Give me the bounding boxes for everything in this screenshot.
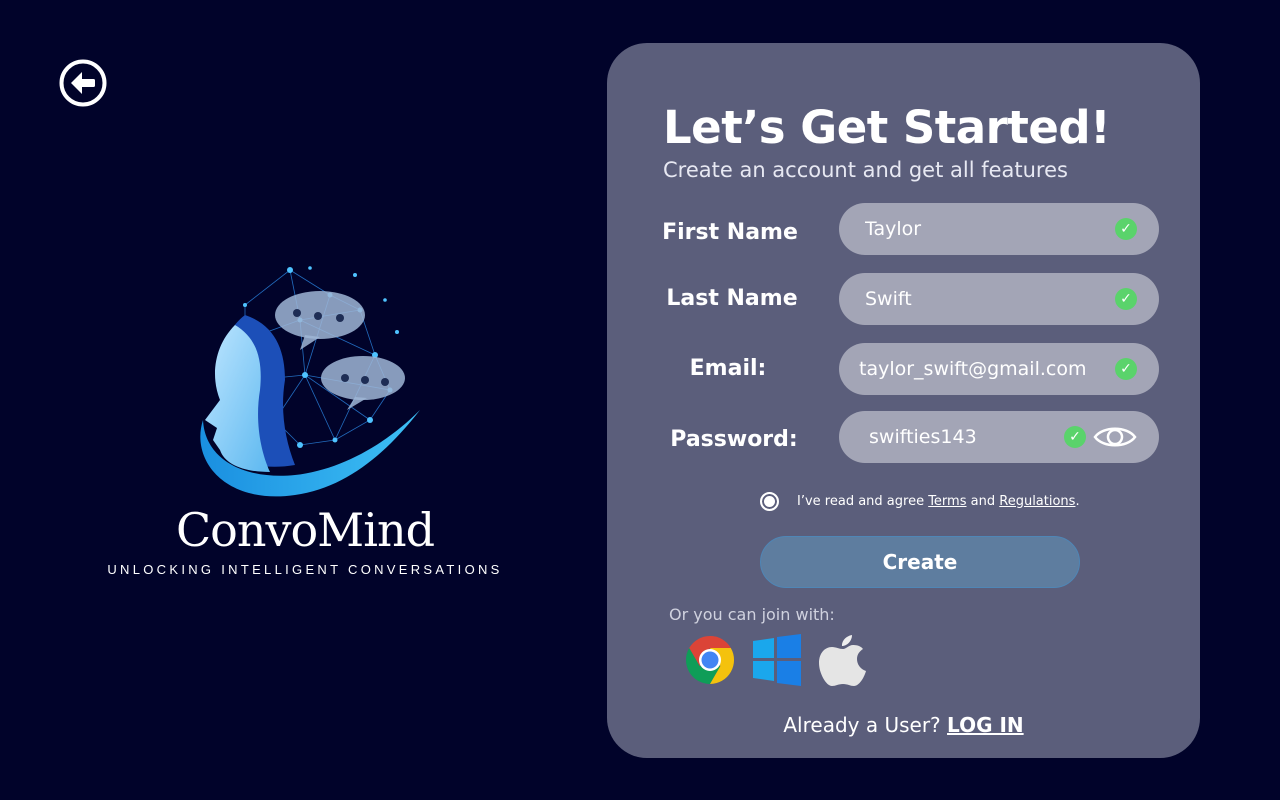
last-name-label: Last Name xyxy=(666,286,798,311)
signup-card: Let’s Get Started! Create an account and… xyxy=(607,43,1200,758)
check-icon: ✓ xyxy=(1115,288,1137,310)
check-icon: ✓ xyxy=(1115,218,1137,240)
password-input[interactable] xyxy=(869,411,1059,463)
arrow-left-circle-icon xyxy=(59,59,107,107)
already-user-text: Already a User? xyxy=(783,713,941,737)
brand-tagline: UNLOCKING INTELLIGENT CONVERSATIONS xyxy=(107,562,503,577)
email-label: Email: xyxy=(689,356,767,381)
eye-icon[interactable] xyxy=(1093,423,1137,451)
email-field[interactable]: ✓ xyxy=(839,343,1159,395)
brand-block: ConvoMind UNLOCKING INTELLIGENT CONVERSA… xyxy=(100,255,510,585)
password-field[interactable]: ✓ xyxy=(839,411,1159,463)
back-button[interactable] xyxy=(58,58,108,108)
apple-icon xyxy=(819,635,866,686)
agree-suffix: . xyxy=(1075,493,1080,509)
last-name-input[interactable] xyxy=(865,273,1105,325)
login-prompt: Already a User? LOG IN xyxy=(607,713,1200,737)
chrome-icon xyxy=(685,636,735,684)
apple-button[interactable] xyxy=(817,633,869,687)
first-name-input[interactable] xyxy=(865,203,1105,255)
page-subtitle: Create an account and get all features xyxy=(663,158,1068,182)
create-button[interactable]: Create xyxy=(760,536,1080,588)
ai-head-chat-network-logo xyxy=(200,266,420,497)
chrome-button[interactable] xyxy=(684,633,736,687)
login-link[interactable]: LOG IN xyxy=(947,713,1024,737)
windows-button[interactable] xyxy=(751,633,803,687)
page-title: Let’s Get Started! xyxy=(663,101,1111,154)
join-with-text: Or you can join with: xyxy=(669,605,835,624)
check-icon: ✓ xyxy=(1115,358,1137,380)
agree-radio[interactable] xyxy=(760,491,779,511)
first-name-label: First Name xyxy=(662,220,798,245)
windows-icon xyxy=(753,634,801,686)
agree-text: I’ve read and agree xyxy=(797,493,925,509)
first-name-field[interactable]: ✓ xyxy=(839,203,1159,255)
brand-name: ConvoMind xyxy=(175,503,435,557)
last-name-field[interactable]: ✓ xyxy=(839,273,1159,325)
check-icon: ✓ xyxy=(1064,426,1086,448)
email-input[interactable] xyxy=(859,343,1109,395)
terms-agreement: I’ve read and agree Terms and Regulation… xyxy=(760,490,1080,512)
regulations-link[interactable]: Regulations xyxy=(999,494,1075,509)
agree-and-text: and xyxy=(970,493,996,509)
terms-link[interactable]: Terms xyxy=(928,494,966,509)
password-label: Password: xyxy=(670,427,798,452)
